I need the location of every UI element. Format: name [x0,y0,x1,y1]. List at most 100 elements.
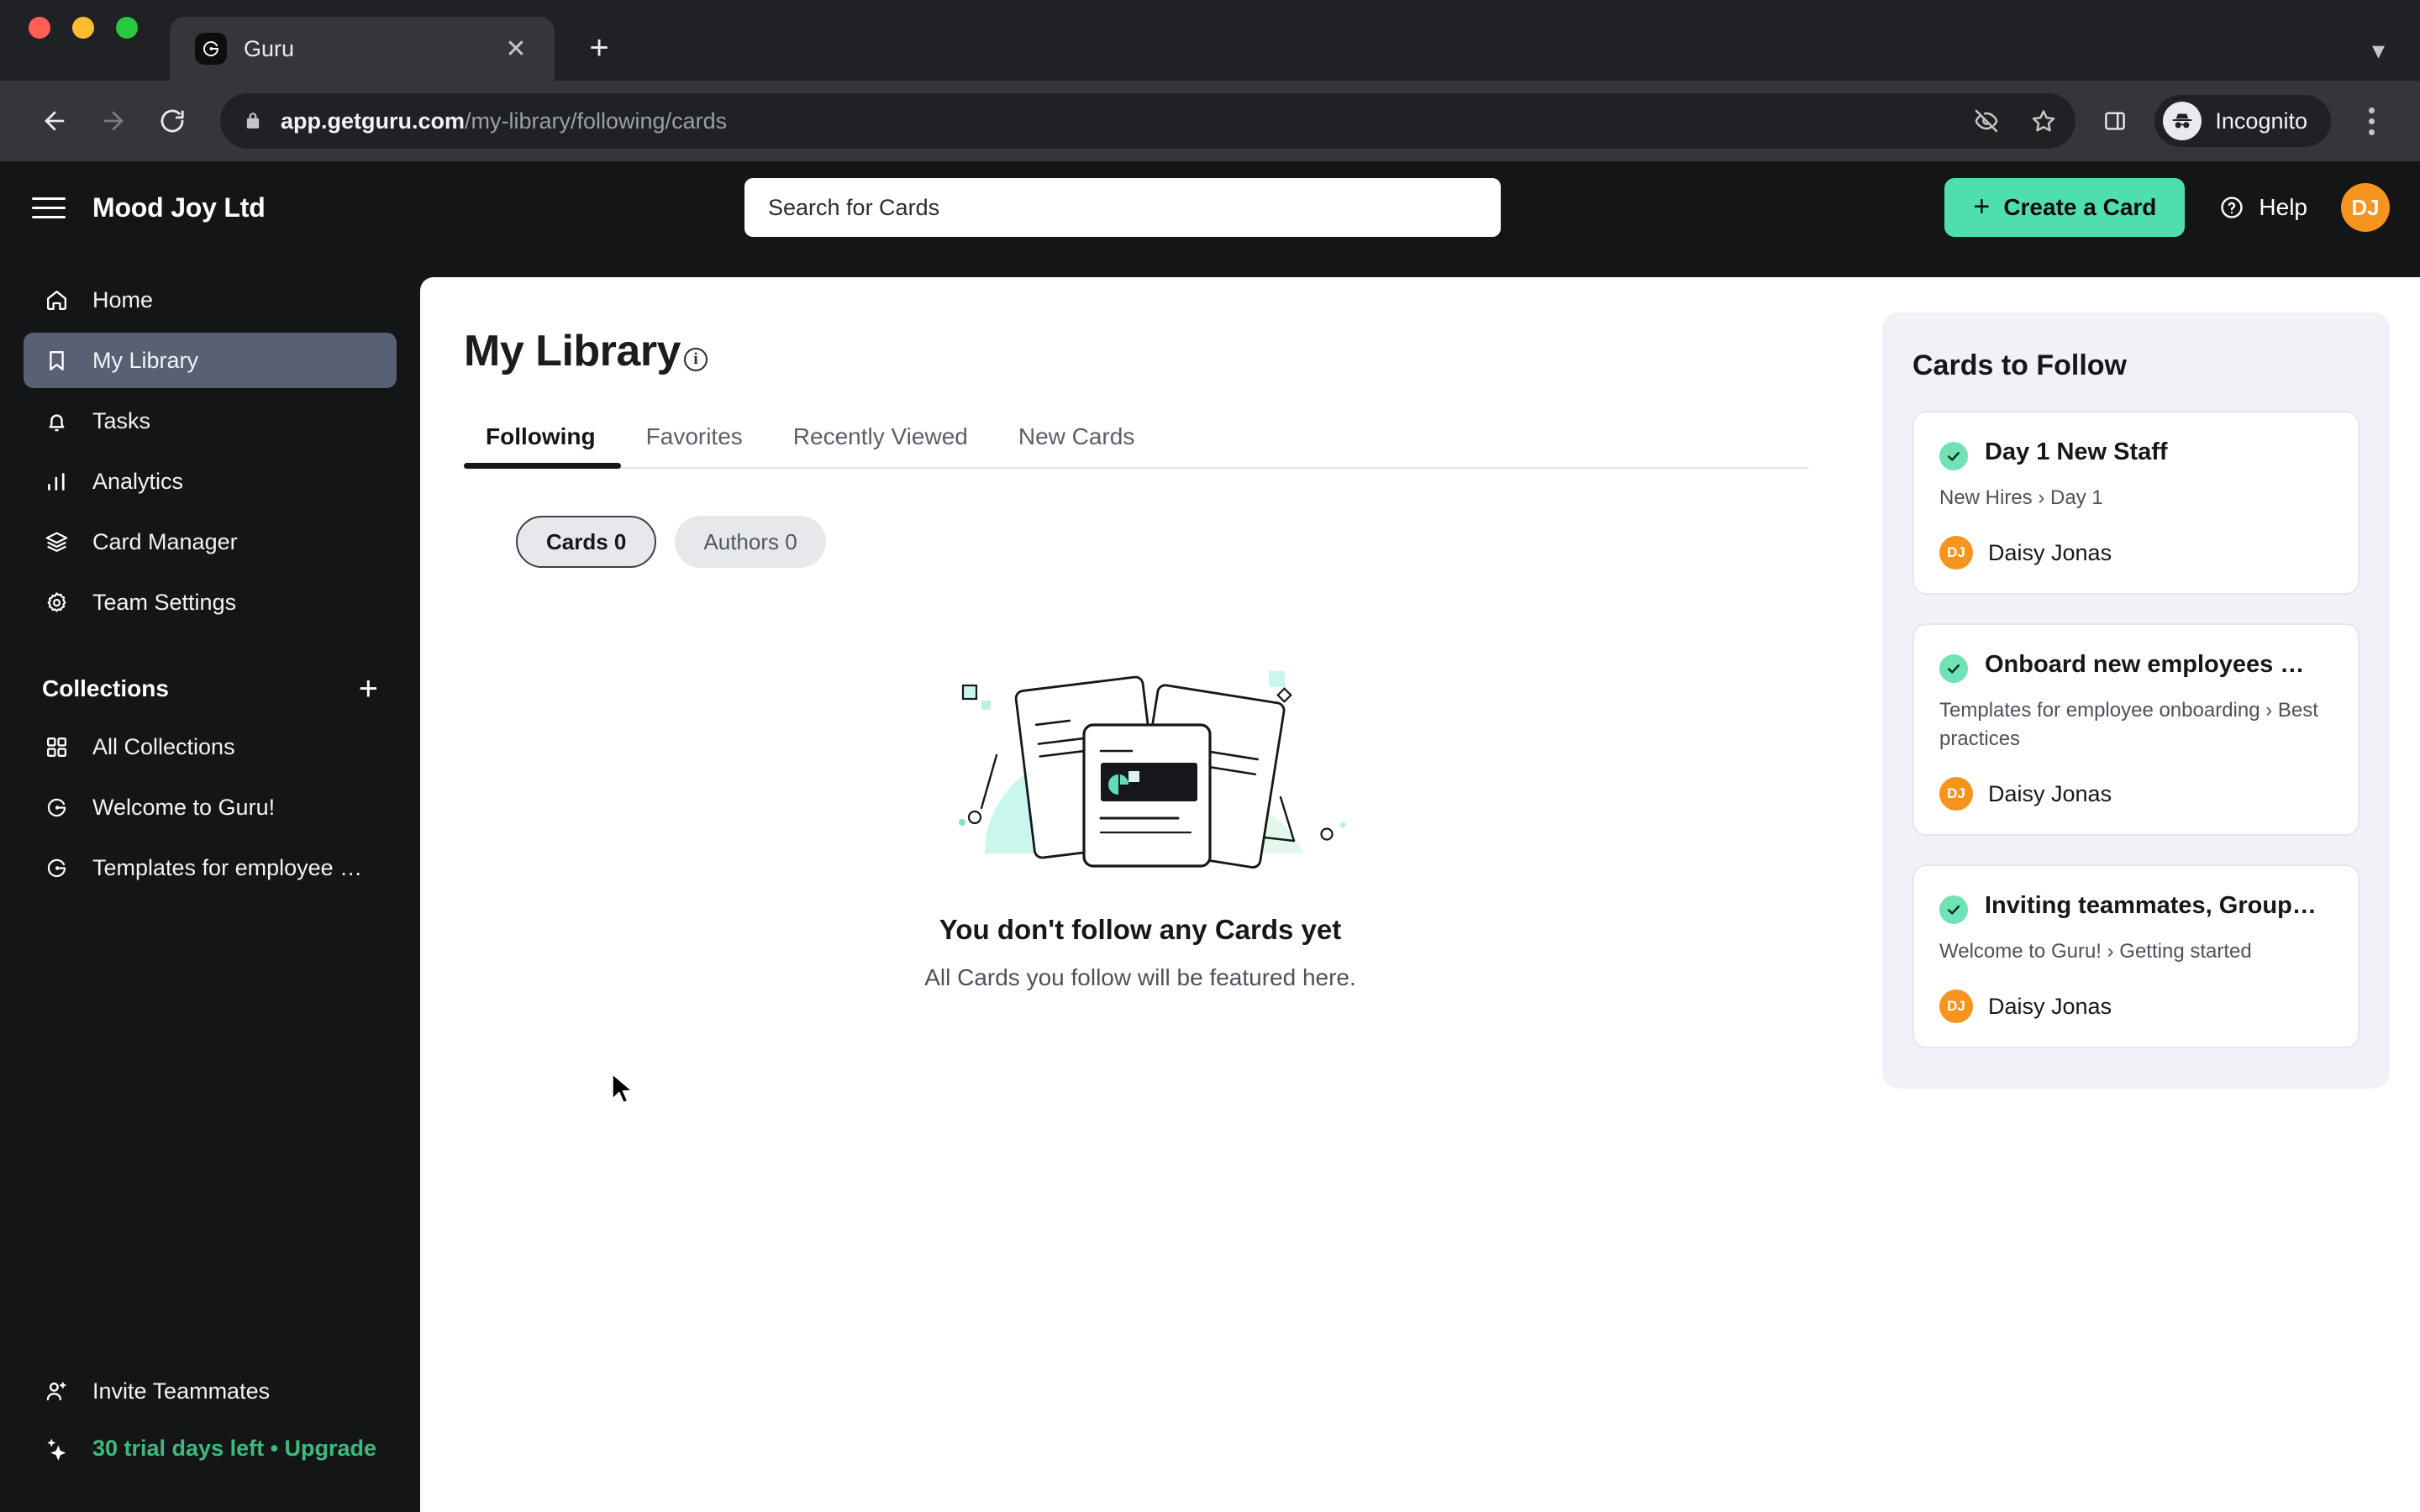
layers-icon [42,528,71,556]
tab-recently-viewed[interactable]: Recently Viewed [768,423,993,467]
follow-card[interactable]: Onboard new employees … Templates for em… [1912,623,2360,837]
sidebar-item-label: Analytics [92,468,184,494]
info-icon[interactable]: i [683,348,708,371]
sidebar-item-home[interactable]: Home [24,272,397,328]
plus-icon[interactable]: + [359,672,378,706]
create-a-card-button[interactable]: + Create a Card [1944,178,2186,237]
avatar: DJ [1939,536,1973,570]
bookmark-icon [42,346,71,375]
search-input[interactable]: Search for Cards [744,178,1501,237]
sidebar-item-label: My Library [92,347,199,373]
avatar[interactable]: DJ [2341,183,2390,232]
tab-strip: Guru ✕ + ▾ [0,0,2420,81]
sidebar-item-label: Home [92,286,154,312]
sidebar-item-all-collections[interactable]: All Collections [24,719,397,774]
sidebar-item-analytics[interactable]: Analytics [24,454,397,509]
profile-chip[interactable]: Incognito [2154,95,2331,147]
eye-slash-icon[interactable] [1973,108,2000,134]
follow-card-title: Onboard new employees … [1985,651,2305,679]
verified-check-icon [1939,442,1968,470]
window-controls [29,0,138,81]
follow-card-path: Welcome to Guru! › Getting started [1939,940,2252,963]
upgrade-trial-link[interactable]: 30 trial days left • Upgrade [24,1420,397,1477]
bell-icon [42,407,71,435]
author-name: Daisy Jonas [1988,780,2112,806]
sidebar-item-card-manager[interactable]: Card Manager [24,514,397,570]
follow-card[interactable]: Inviting teammates, Group… Welcome to Gu… [1912,864,2360,1049]
chevron-down-icon[interactable]: ▾ [2372,36,2385,66]
guru-logo-icon [195,33,227,65]
close-icon[interactable]: ✕ [499,32,533,66]
author-name: Daisy Jonas [1988,993,2112,1019]
page-title: My Library [464,327,681,375]
avatar: DJ [1939,777,1973,811]
verified-check-icon [1939,895,1968,925]
sidebar-item-label: Welcome to Guru! [92,794,276,820]
address-bar[interactable]: app.getguru.com/my-library/following/car… [220,93,2076,149]
browser-window: Guru ✕ + ▾ app.getguru.com/my-library/fo… [0,0,2420,1512]
follow-card-author: DJ Daisy Jonas [1939,536,2333,570]
close-window-button[interactable] [29,17,50,39]
collections-header: Collections + [0,635,420,714]
incognito-icon [2163,102,2202,140]
kebab-menu-icon[interactable] [2348,95,2395,147]
verified-check-icon [1939,654,1968,684]
minimize-window-button[interactable] [72,17,94,39]
sidebar-item-label: Team Settings [92,589,237,615]
hamburger-icon[interactable] [32,197,66,218]
main-content: My Library i Following Favorites Recentl… [420,277,1882,1512]
follow-card-header: Inviting teammates, Group… [1939,891,2333,925]
filter-pill-authors[interactable]: Authors 0 [675,516,826,568]
cards-to-follow-panel: Cards to Follow Day 1 New Staff New Hire… [1882,312,2390,1089]
empty-state-subtitle: All Cards you follow will be featured he… [924,964,1356,990]
filter-pill-cards[interactable]: Cards 0 [516,516,657,568]
user-plus-icon [42,1377,71,1405]
url-host: app.getguru.com [281,108,466,134]
back-arrow-icon[interactable] [25,92,84,150]
sidebar-item-tasks[interactable]: Tasks [24,393,397,449]
sidebar-item-my-library[interactable]: My Library [24,333,397,388]
follow-card[interactable]: Day 1 New Staff New Hires › Day 1 DJ Dai… [1912,411,2360,596]
side-panel-icon[interactable] [2091,97,2139,145]
empty-state: You don't follow any Cards yet All Cards… [464,643,1817,991]
tab-favorites[interactable]: Favorites [621,423,768,467]
panel-title: Cards to Follow [1912,349,2127,381]
trial-label: 30 trial days left • Upgrade [92,1435,377,1461]
invite-label: Invite Teammates [92,1378,271,1404]
collections-title: Collections [42,675,169,701]
content-surface: My Library i Following Favorites Recentl… [420,277,2420,1512]
guru-app: Mood Joy Ltd Home My Library Tasks Analy… [0,161,2420,1512]
new-tab-button[interactable]: + [573,22,625,74]
follow-card-path: New Hires › Day 1 [1939,486,2103,509]
tab-new-cards[interactable]: New Cards [993,423,1160,467]
right-rail: Cards to Follow Day 1 New Staff New Hire… [1882,277,2420,1512]
home-icon [42,286,71,314]
empty-state-title: You don't follow any Cards yet [939,914,1342,945]
sidebar-item-welcome-to-guru[interactable]: Welcome to Guru! [24,780,397,835]
follow-card-header: Onboard new employees … [1939,650,2333,684]
stacked-cards-illustration [926,643,1355,870]
sidebar-item-label: Card Manager [92,528,238,554]
sidebar-item-team-settings[interactable]: Team Settings [24,575,397,630]
sidebar-item-label: Tasks [92,407,151,433]
forward-arrow-icon[interactable] [84,92,143,150]
app-shell: Search for Cards + Create a Card Help DJ [420,161,2420,1512]
maximize-window-button[interactable] [116,17,138,39]
app-header-actions: + Create a Card Help DJ [1944,178,2420,237]
help-button[interactable]: Help [2218,194,2307,221]
toolbar-actions: Incognito [2086,95,2395,147]
browser-tab[interactable]: Guru ✕ [170,17,555,81]
reload-icon[interactable] [143,92,202,150]
tab-title: Guru [244,35,295,61]
tab-following[interactable]: Following [464,423,621,469]
sidebar-header: Mood Joy Ltd [0,161,420,254]
sidebar-item-label: All Collections [92,733,235,759]
star-icon[interactable] [2030,108,2057,134]
filter-pills: Cards 0 Authors 0 [464,516,1882,568]
grid-icon [42,732,71,761]
sidebar-item-templates[interactable]: Templates for employee … [24,840,397,895]
url-path: /my-library/following/cards [465,108,728,134]
gear-icon [42,588,71,617]
invite-teammates-button[interactable]: Invite Teammates [24,1362,397,1420]
sidebar-footer: Invite Teammates 30 trial days left • Up… [0,1362,420,1512]
